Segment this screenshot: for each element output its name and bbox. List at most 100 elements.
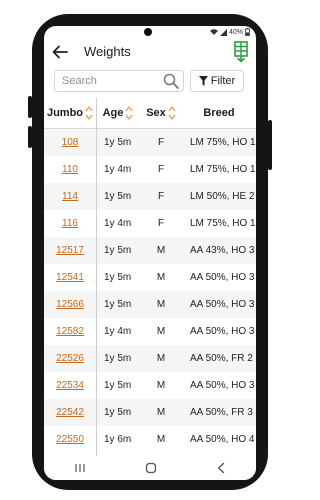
age-cell: 1y 5m xyxy=(104,272,132,283)
system-nav-bar xyxy=(44,456,256,480)
table-header: Jumbo Age Sex Breed xyxy=(44,98,256,129)
age-cell: 1y 4m xyxy=(104,326,132,337)
age-cell: 1y 4m xyxy=(104,218,132,229)
age-cell: 1y 5m xyxy=(104,245,132,256)
jumbo-link[interactable]: 12517 xyxy=(56,245,84,256)
jumbo-cell: 22542 xyxy=(44,399,96,426)
age-cell: 1y 5m xyxy=(104,353,132,364)
column-label-breed: Breed xyxy=(203,107,235,119)
jumbo-link[interactable]: 12541 xyxy=(56,272,84,283)
sex-cell: M xyxy=(156,407,166,418)
table-row[interactable]: 12566 1y 5m M AA 50%, HO 3 xyxy=(44,291,256,318)
jumbo-cell: 110 xyxy=(44,156,96,183)
breed-cell: AA 50%, HO 3 xyxy=(190,380,255,391)
sort-icon xyxy=(125,106,133,120)
recent-apps-icon[interactable] xyxy=(74,463,86,473)
breed-cell: LM 75%, HO 1 xyxy=(190,218,256,229)
jumbo-cell: 116 xyxy=(44,210,96,237)
jumbo-link[interactable]: 22534 xyxy=(56,380,84,391)
breed-cell: AA 50%, HO 3 xyxy=(190,326,255,337)
column-header-jumbo[interactable]: Jumbo xyxy=(44,98,96,128)
breed-cell: AA 43%, HO 3 xyxy=(190,245,255,256)
jumbo-cell: 12566 xyxy=(44,291,96,318)
table-row[interactable]: 22526 1y 5m M AA 50%, FR 2 xyxy=(44,345,256,372)
signal-icon xyxy=(219,28,227,36)
breed-cell: LM 75%, HO 1 xyxy=(190,137,256,148)
table-row[interactable]: 22550 1y 6m M AA 50%, HO 4 xyxy=(44,426,256,453)
search-icon[interactable] xyxy=(163,73,179,89)
sex-cell: F xyxy=(157,137,165,148)
table-row[interactable]: 22534 1y 5m M AA 50%, HO 3 xyxy=(44,372,256,399)
sex-cell: M xyxy=(156,380,166,391)
column-header-sex[interactable]: Sex xyxy=(140,98,182,128)
breed-cell: AA 50%, HO 4 xyxy=(190,434,255,445)
table-row[interactable]: 12541 1y 5m M AA 50%, HO 3 xyxy=(44,264,256,291)
table-row[interactable]: 110 1y 4m F LM 75%, HO 1 xyxy=(44,156,256,183)
sex-cell: F xyxy=(157,218,165,229)
jumbo-cell: 114 xyxy=(44,183,96,210)
age-cell: 1y 5m xyxy=(104,191,132,202)
table-row[interactable]: 108 1y 5m F LM 75%, HO 1 xyxy=(44,129,256,156)
home-icon[interactable] xyxy=(145,462,157,474)
jumbo-link[interactable]: 108 xyxy=(62,137,79,148)
front-camera xyxy=(144,28,152,36)
sex-cell: M xyxy=(156,245,166,256)
sex-cell: M xyxy=(156,326,166,337)
sex-cell: F xyxy=(157,164,165,175)
search-input[interactable]: Search xyxy=(54,70,184,92)
search-row: Search Filter xyxy=(44,68,256,96)
spreadsheet-menu-button[interactable] xyxy=(234,41,248,63)
wifi-icon xyxy=(209,28,218,35)
search-placeholder: Search xyxy=(62,75,97,87)
column-header-age[interactable]: Age xyxy=(96,98,140,128)
breed-cell: LM 75%, HO 1 xyxy=(190,164,256,175)
jumbo-link[interactable]: 110 xyxy=(62,164,78,175)
back-button[interactable] xyxy=(50,42,70,62)
breed-cell: AA 50%, HO 3 xyxy=(190,272,255,283)
table-row[interactable]: 22542 1y 5m M AA 50%, FR 3 xyxy=(44,399,256,426)
jumbo-cell: 12541 xyxy=(44,264,96,291)
page-title: Weights xyxy=(84,44,131,59)
weights-table: Jumbo Age Sex Breed 108 1y 5m F LM 75%, … xyxy=(44,98,256,453)
age-cell: 1y 6m xyxy=(104,434,132,445)
sort-icon xyxy=(168,106,176,120)
app-bar: Weights xyxy=(44,39,256,65)
jumbo-link[interactable]: 114 xyxy=(62,191,78,202)
table-row[interactable]: 12582 1y 4m M AA 50%, HO 3 xyxy=(44,318,256,345)
breed-cell: LM 50%, HE 2 xyxy=(190,191,255,202)
phone-side-button xyxy=(28,96,32,118)
jumbo-link[interactable]: 22550 xyxy=(56,434,84,445)
column-header-breed[interactable]: Breed xyxy=(182,98,256,128)
back-nav-icon[interactable] xyxy=(216,462,226,474)
status-icons: 40% xyxy=(209,27,250,37)
breed-cell: AA 50%, FR 2 xyxy=(190,353,253,364)
breed-cell: AA 50%, FR 3 xyxy=(190,407,253,418)
filter-button[interactable]: Filter xyxy=(190,70,244,92)
column-label-jumbo: Jumbo xyxy=(46,107,84,119)
sex-cell: M xyxy=(156,272,166,283)
app-screen: 40% Weights Search Filter Jumbo Age Sex … xyxy=(44,26,256,480)
table-body: 108 1y 5m F LM 75%, HO 1 110 1y 4m F LM 75%, HO… xyxy=(44,129,256,453)
sex-cell: M xyxy=(156,353,166,364)
jumbo-link[interactable]: 22542 xyxy=(56,407,84,418)
jumbo-link[interactable]: 22526 xyxy=(56,353,84,364)
filter-label: Filter xyxy=(210,75,236,87)
column-label-age: Age xyxy=(102,107,124,119)
battery-text: 40% xyxy=(228,28,243,36)
age-cell: 1y 5m xyxy=(104,380,132,391)
table-row[interactable]: 116 1y 4m F LM 75%, HO 1 xyxy=(44,210,256,237)
status-bar: 40% xyxy=(44,26,256,38)
sex-cell: M xyxy=(156,434,166,445)
jumbo-cell: 22534 xyxy=(44,372,96,399)
jumbo-link[interactable]: 12582 xyxy=(56,326,84,337)
jumbo-cell: 12517 xyxy=(44,237,96,264)
column-divider xyxy=(96,98,97,458)
jumbo-link[interactable]: 116 xyxy=(62,218,78,229)
jumbo-cell: 108 xyxy=(44,129,96,156)
jumbo-link[interactable]: 12566 xyxy=(56,299,84,310)
spreadsheet-icon xyxy=(234,41,248,63)
column-label-sex: Sex xyxy=(146,107,166,119)
table-row[interactable]: 114 1y 5m F LM 50%, HE 2 xyxy=(44,183,256,210)
phone-side-button xyxy=(268,120,272,170)
table-row[interactable]: 12517 1y 5m M AA 43%, HO 3 xyxy=(44,237,256,264)
